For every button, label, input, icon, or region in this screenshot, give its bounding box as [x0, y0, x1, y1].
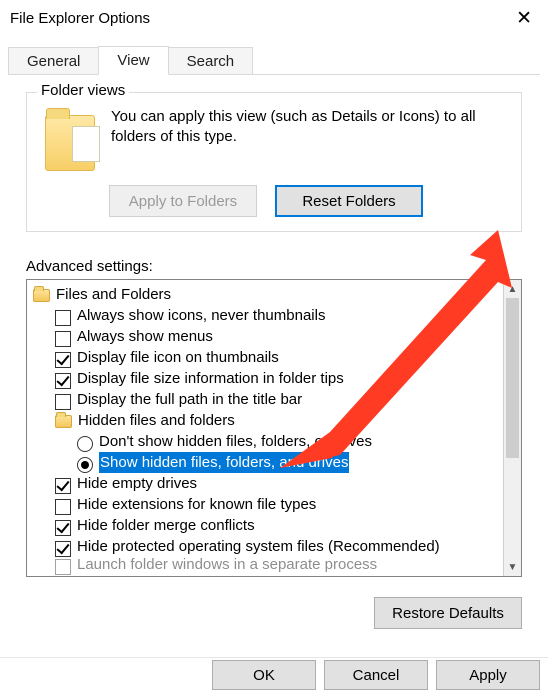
- tab-general[interactable]: General: [8, 47, 99, 75]
- checkbox[interactable]: [55, 331, 71, 347]
- radio[interactable]: [77, 457, 93, 473]
- folder-icon: [55, 415, 72, 428]
- checkbox[interactable]: [55, 520, 71, 536]
- checkbox[interactable]: [55, 310, 71, 326]
- folder-views-legend: Folder views: [37, 82, 129, 99]
- apply-to-folders-button: Apply to Folders: [109, 185, 257, 217]
- radio[interactable]: [77, 436, 93, 452]
- cancel-button[interactable]: Cancel: [324, 660, 428, 690]
- tree-item-label[interactable]: Launch folder windows in a separate proc…: [77, 554, 377, 575]
- apply-button[interactable]: Apply: [436, 660, 540, 690]
- reset-folders-button[interactable]: Reset Folders: [275, 185, 423, 217]
- checkbox[interactable]: [55, 352, 71, 368]
- folder-views-description: You can apply this view (such as Details…: [111, 107, 509, 148]
- folder-views-group: Folder views You can apply this view (su…: [26, 92, 522, 232]
- folder-icon: [45, 115, 95, 171]
- checkbox[interactable]: [55, 499, 71, 515]
- checkbox[interactable]: [55, 478, 71, 494]
- tab-strip: General View Search: [8, 44, 548, 74]
- scrollbar[interactable]: ▲ ▼: [503, 280, 521, 576]
- checkbox[interactable]: [55, 559, 71, 575]
- window-title: File Explorer Options: [10, 10, 150, 27]
- tab-search[interactable]: Search: [168, 47, 254, 75]
- scroll-thumb[interactable]: [506, 298, 519, 458]
- checkbox[interactable]: [55, 373, 71, 389]
- ok-button[interactable]: OK: [212, 660, 316, 690]
- tab-view[interactable]: View: [98, 46, 168, 75]
- checkbox[interactable]: [55, 394, 71, 410]
- folder-icon: [33, 289, 50, 302]
- close-icon[interactable]: ✕: [506, 5, 542, 32]
